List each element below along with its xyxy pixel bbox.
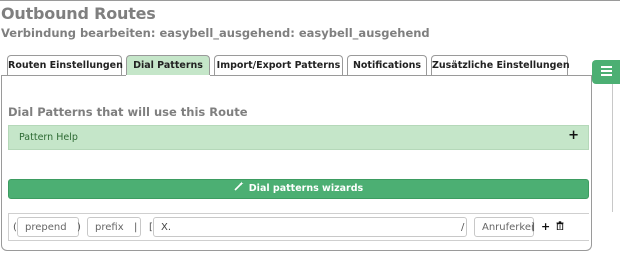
pipe-separator: |: [134, 222, 138, 233]
slash-separator: /: [461, 222, 465, 233]
callerid-input[interactable]: [474, 217, 534, 237]
tab-routen-einstellungen[interactable]: Routen Einstellungen: [7, 55, 123, 75]
plus-icon[interactable]: +: [541, 220, 550, 233]
pattern-help-label: Pattern Help: [19, 132, 78, 143]
side-divider: [612, 84, 613, 212]
plus-icon: +: [568, 128, 579, 143]
list-icon: [601, 66, 612, 77]
prefix-input[interactable]: [87, 217, 141, 237]
tab-dial-patterns[interactable]: Dial Patterns: [126, 55, 210, 75]
match-pattern-input[interactable]: [153, 217, 467, 237]
section-heading: Dial Patterns that will use this Route: [8, 105, 248, 119]
tab-zusaetzliche-einstellungen[interactable]: Zusätzliche Einstellungen: [431, 55, 570, 75]
row-actions: +: [541, 220, 566, 233]
trash-icon[interactable]: [552, 220, 564, 233]
side-list-toggle-button[interactable]: [592, 60, 620, 84]
close-paren: ): [77, 222, 81, 233]
page-title: Outbound Routes: [1, 4, 156, 23]
page-subtitle: Verbindung bearbeiten: easybell_ausgehen…: [1, 26, 430, 40]
pattern-help-toggle[interactable]: Pattern Help +: [8, 125, 589, 150]
close-bracket: ]: [531, 222, 535, 233]
prepend-input[interactable]: [17, 217, 79, 237]
top-divider: [0, 0, 620, 1]
magic-wand-icon: [234, 180, 244, 198]
dial-patterns-wizards-button[interactable]: Dial patterns wizards: [8, 179, 589, 199]
tab-import-export-patterns[interactable]: Import/Export Patterns: [214, 55, 343, 75]
tab-notifications[interactable]: Notifications: [347, 55, 427, 75]
wizard-button-label: Dial patterns wizards: [248, 183, 364, 194]
